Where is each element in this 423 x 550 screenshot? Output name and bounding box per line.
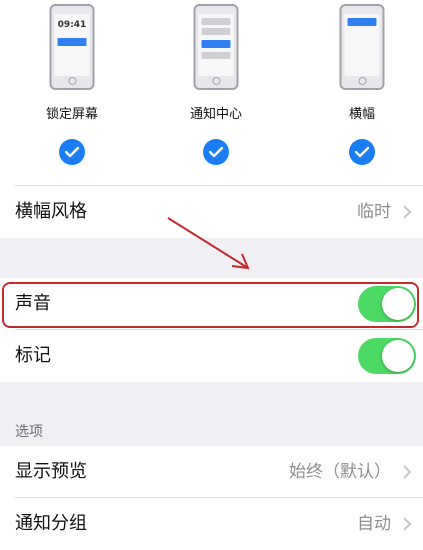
banners-phone-icon <box>339 4 385 90</box>
notification-grouping-label: 通知分组 <box>15 513 87 534</box>
show-previews-label: 显示预览 <box>15 461 87 482</box>
banner-style-label: 横幅风格 <box>15 201 87 222</box>
options-section-header: 选项 <box>15 424 43 440</box>
chevron-right-icon <box>403 465 412 479</box>
show-previews-value: 始终（默认） <box>289 462 391 482</box>
badges-row: 标记 <box>0 330 423 382</box>
lock-screen-phone-icon: 09:41 <box>49 4 95 90</box>
notification-grouping-row[interactable]: 通知分组 自动 <box>0 498 423 550</box>
notification-grouping-value: 自动 <box>357 514 391 534</box>
badges-label: 标记 <box>15 345 51 366</box>
preview-label-banners: 横幅 <box>348 107 375 122</box>
checkmark-icon[interactable] <box>59 139 85 165</box>
annotation-highlight-box <box>2 282 419 328</box>
checkmark-icon[interactable] <box>349 139 375 165</box>
notification-center-phone-icon <box>193 4 239 90</box>
checkmark-icon[interactable] <box>203 139 229 165</box>
alert-style-previews: 09:41 锁定屏幕 通知中心 横幅 <box>0 0 423 186</box>
annotation-arrow-icon <box>167 217 250 270</box>
preview-label-notification-center: 通知中心 <box>189 107 242 122</box>
banner-style-value: 临时 <box>357 202 391 222</box>
lock-screen-time: 09:41 <box>57 20 87 30</box>
preview-label-lock-screen: 锁定屏幕 <box>45 107 98 122</box>
chevron-right-icon <box>403 205 412 219</box>
chevron-right-icon <box>403 517 412 531</box>
show-previews-row[interactable]: 显示预览 始终（默认） <box>0 446 423 498</box>
badges-toggle[interactable] <box>358 338 416 374</box>
